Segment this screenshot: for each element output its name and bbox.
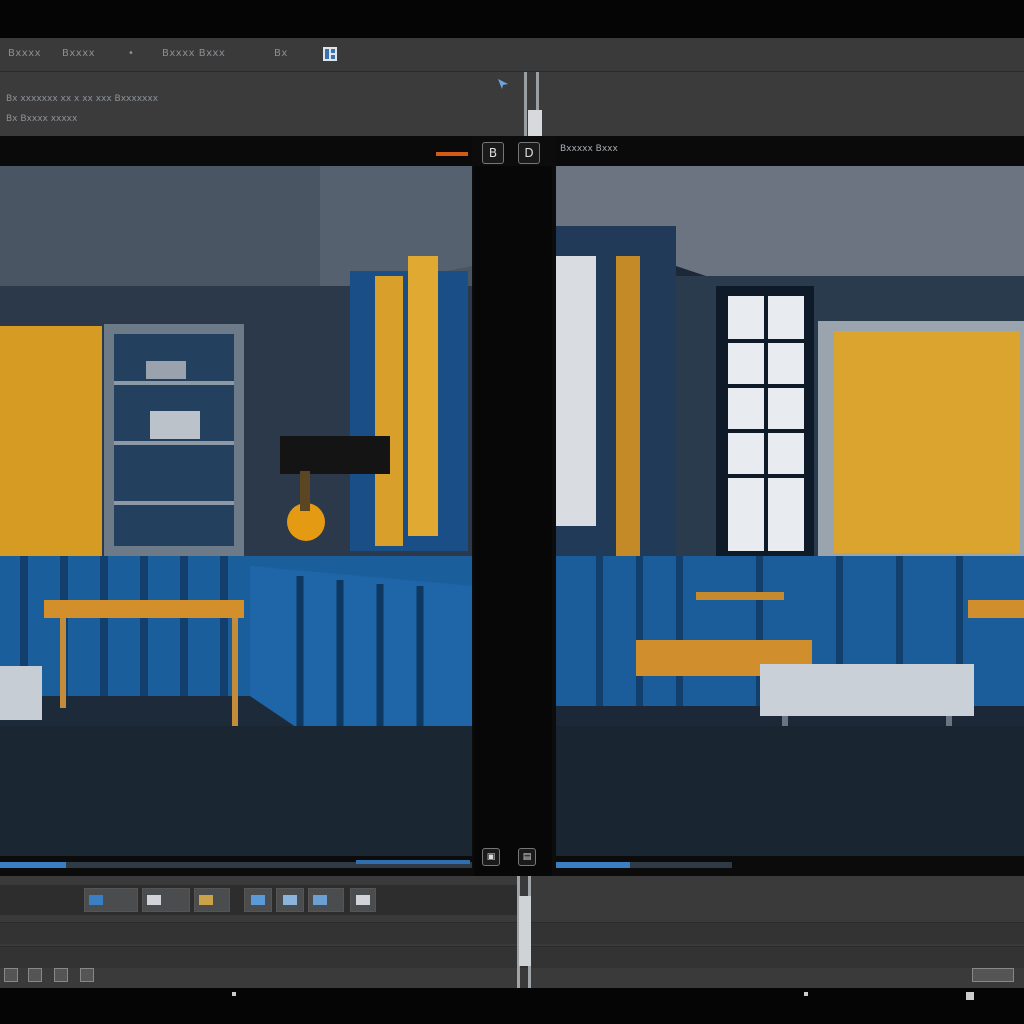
viewer-left-scrubber-fill xyxy=(0,862,67,868)
clip-thumbnail-1[interactable] xyxy=(84,888,138,912)
clip-thumbnail-5[interactable] xyxy=(276,888,304,912)
status-bar xyxy=(0,988,1024,1024)
status-indicator xyxy=(966,992,974,1000)
document-icon[interactable]: D xyxy=(518,142,540,164)
copy-icon[interactable]: B xyxy=(482,142,504,164)
viewer-divider[interactable]: B D ▣ ▤ xyxy=(472,136,556,876)
range-marker xyxy=(356,860,470,864)
viewer-right[interactable]: Bxxxxx Bxxx xyxy=(556,136,1024,876)
playhead-icon[interactable] xyxy=(514,876,538,988)
cut-tool-icon[interactable] xyxy=(54,968,68,982)
divider-track xyxy=(474,166,552,876)
timeline-row-1 xyxy=(0,922,1024,944)
scene-image-right xyxy=(556,166,1024,856)
viewer-right-title: Bxxxxx Bxxx xyxy=(560,144,618,154)
timeline-row-2 xyxy=(0,946,1024,968)
clip-thumbnail-7[interactable] xyxy=(350,888,376,912)
menu-item-edit[interactable]: Bxxxx xyxy=(62,48,95,59)
scene-image-left xyxy=(0,166,472,856)
clip-thumbnail-4[interactable] xyxy=(244,888,272,912)
viewer-right-header: Bxxxxx Bxxx xyxy=(556,136,1024,166)
menu-bar: Bxxxx Bxxxx • Bxxxx Bxxx Bx xyxy=(0,38,1024,72)
status-dot xyxy=(804,992,808,996)
info-line-secondary: Bx Bxxxx xxxxx xyxy=(6,114,78,124)
layout-icon[interactable] xyxy=(322,46,338,62)
menu-item-help[interactable]: Bx xyxy=(274,48,288,59)
info-line-primary: Bx xxxxxxx xx x xx xxx Bxxxxxxx xyxy=(6,94,159,104)
viewer-left[interactable] xyxy=(0,136,472,876)
grid-icon[interactable] xyxy=(4,968,18,982)
menu-item-file[interactable]: Bxxxx xyxy=(8,48,41,59)
snap-tool-icon[interactable] xyxy=(80,968,94,982)
clip-thumbnail-2[interactable] xyxy=(142,888,190,912)
splitter-handle[interactable] xyxy=(520,72,550,136)
clip-thumbnail-6[interactable] xyxy=(308,888,344,912)
cursor-icon[interactable] xyxy=(496,76,510,90)
image-icon[interactable]: ▤ xyxy=(518,848,536,866)
viewer-left-header xyxy=(0,136,472,166)
info-bar: Bx xxxxxxx xx x xx xxx Bxxxxxxx Bx Bxxxx… xyxy=(0,72,1024,136)
viewer-right-scrubber-fill xyxy=(556,862,630,868)
status-dot xyxy=(232,992,236,996)
menu-item-separator: • xyxy=(128,48,135,59)
viewer-right-scrubber[interactable] xyxy=(556,862,732,868)
marker-in xyxy=(436,152,468,156)
film-icon[interactable]: ▣ xyxy=(482,848,500,866)
select-tool-icon[interactable] xyxy=(28,968,42,982)
clip-thumbnail-3[interactable] xyxy=(194,888,230,912)
zoom-slider[interactable] xyxy=(972,968,1014,982)
menu-item-view[interactable]: Bxxxx Bxxx xyxy=(162,48,225,59)
